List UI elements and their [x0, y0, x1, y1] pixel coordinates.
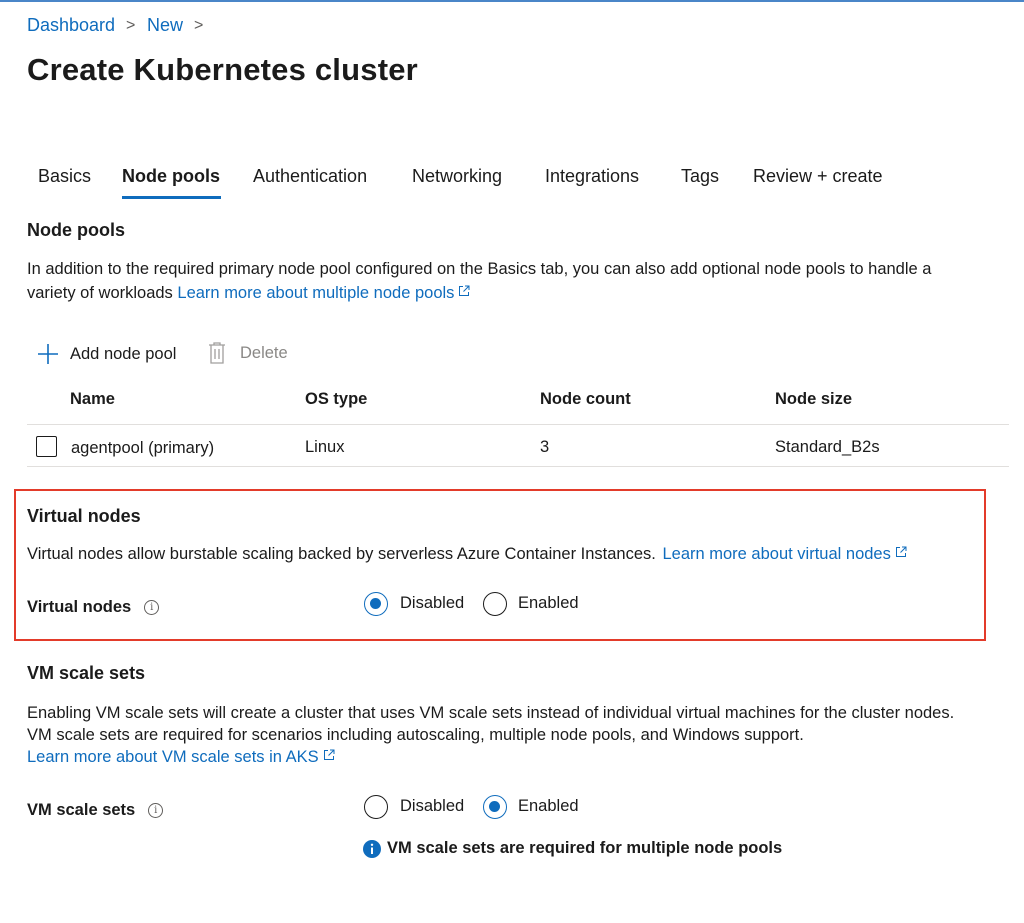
external-link-icon: [895, 546, 907, 557]
delete-button[interactable]: Delete: [208, 342, 288, 364]
tab-tags[interactable]: Tags: [681, 166, 719, 187]
learn-more-vm-scale-sets-label: Learn more about VM scale sets in AKS: [27, 748, 319, 766]
learn-more-vm-scale-sets-link[interactable]: Learn more about VM scale sets in AKS: [27, 745, 335, 769]
info-filled-icon: [363, 839, 381, 858]
virtual-nodes-description: Virtual nodes allow burstable scaling ba…: [27, 542, 907, 566]
column-header-node-count: Node count: [540, 390, 631, 408]
column-header-node-size: Node size: [775, 390, 853, 408]
cell-node-count: 3: [540, 438, 550, 456]
node-pools-description-line2: variety of workloads Learn more about mu…: [27, 281, 470, 305]
tab-basics[interactable]: Basics: [38, 166, 91, 187]
add-node-pool-label: Add node pool: [70, 344, 177, 363]
tab-node-pools[interactable]: Node pools: [122, 166, 220, 187]
info-icon[interactable]: i: [144, 600, 160, 615]
vm-scale-sets-info-message: VM scale sets are required for multiple …: [363, 839, 782, 858]
vm-scale-sets-description-line2: VM scale sets are required for scenarios…: [27, 726, 804, 744]
tab-networking[interactable]: Networking: [412, 166, 502, 187]
table-divider: [27, 466, 1009, 467]
breadcrumb-new[interactable]: New: [147, 15, 183, 36]
vm-scale-sets-enabled-radio[interactable]: [483, 795, 507, 819]
chevron-right-icon: >: [194, 17, 204, 34]
learn-more-virtual-nodes-label: Learn more about virtual nodes: [662, 545, 891, 563]
column-header-name: Name: [70, 390, 115, 408]
agentpool-link[interactable]: agentpool (primary): [71, 439, 214, 458]
tab-authentication[interactable]: Authentication: [253, 166, 367, 187]
cell-os-type: Linux: [305, 438, 345, 456]
node-pools-heading: Node pools: [27, 220, 125, 240]
top-accent-line: [0, 0, 1024, 2]
breadcrumb-dashboard[interactable]: Dashboard: [27, 15, 115, 36]
virtual-nodes-heading: Virtual nodes: [27, 506, 141, 526]
virtual-nodes-disabled-label[interactable]: Disabled: [400, 594, 464, 613]
vm-scale-sets-disabled-radio[interactable]: [364, 795, 388, 819]
learn-more-virtual-nodes-link[interactable]: Learn more about virtual nodes: [662, 545, 907, 563]
row-select-checkbox[interactable]: [36, 436, 57, 457]
virtual-nodes-enabled-label[interactable]: Enabled: [518, 594, 579, 613]
node-pools-description-line1: In addition to the required primary node…: [27, 260, 932, 278]
plus-icon: [38, 344, 58, 364]
column-header-os-type: OS type: [305, 390, 368, 408]
vm-scale-sets-label: VM scale sets: [27, 801, 136, 819]
active-tab-indicator: [122, 196, 221, 199]
virtual-nodes-field-label: Virtual nodes i: [27, 598, 160, 617]
add-node-pool-button[interactable]: Add node pool: [37, 343, 176, 365]
tab-review-create[interactable]: Review + create: [753, 166, 883, 187]
delete-label: Delete: [240, 343, 288, 362]
tab-integrations[interactable]: Integrations: [545, 166, 639, 187]
vm-scale-sets-heading: VM scale sets: [27, 663, 146, 683]
info-message-text: VM scale sets are required for multiple …: [387, 839, 783, 857]
virtual-nodes-enabled-radio[interactable]: [483, 592, 507, 616]
node-pools-description-text: variety of workloads: [27, 284, 173, 302]
vm-scale-sets-description-line1: Enabling VM scale sets will create a clu…: [27, 704, 955, 722]
virtual-nodes-description-text: Virtual nodes allow burstable scaling ba…: [27, 545, 656, 563]
vm-scale-sets-field-label: VM scale sets i: [27, 801, 164, 820]
vm-scale-sets-enabled-label[interactable]: Enabled: [518, 797, 579, 816]
cell-node-size: Standard_B2s: [775, 438, 880, 456]
virtual-nodes-disabled-radio[interactable]: [364, 592, 388, 616]
external-link-icon: [459, 285, 470, 296]
virtual-nodes-label: Virtual nodes: [27, 598, 132, 616]
external-link-icon: [323, 749, 335, 760]
page-title: Create Kubernetes cluster: [27, 52, 418, 87]
vm-scale-sets-disabled-label[interactable]: Disabled: [400, 797, 464, 816]
info-icon[interactable]: i: [148, 803, 164, 818]
chevron-right-icon: >: [126, 17, 136, 34]
learn-more-node-pools-label: Learn more about multiple node pools: [177, 284, 455, 302]
table-divider: [27, 424, 1009, 425]
learn-more-node-pools-link[interactable]: Learn more about multiple node pools: [177, 284, 470, 302]
trash-icon: [209, 342, 225, 364]
